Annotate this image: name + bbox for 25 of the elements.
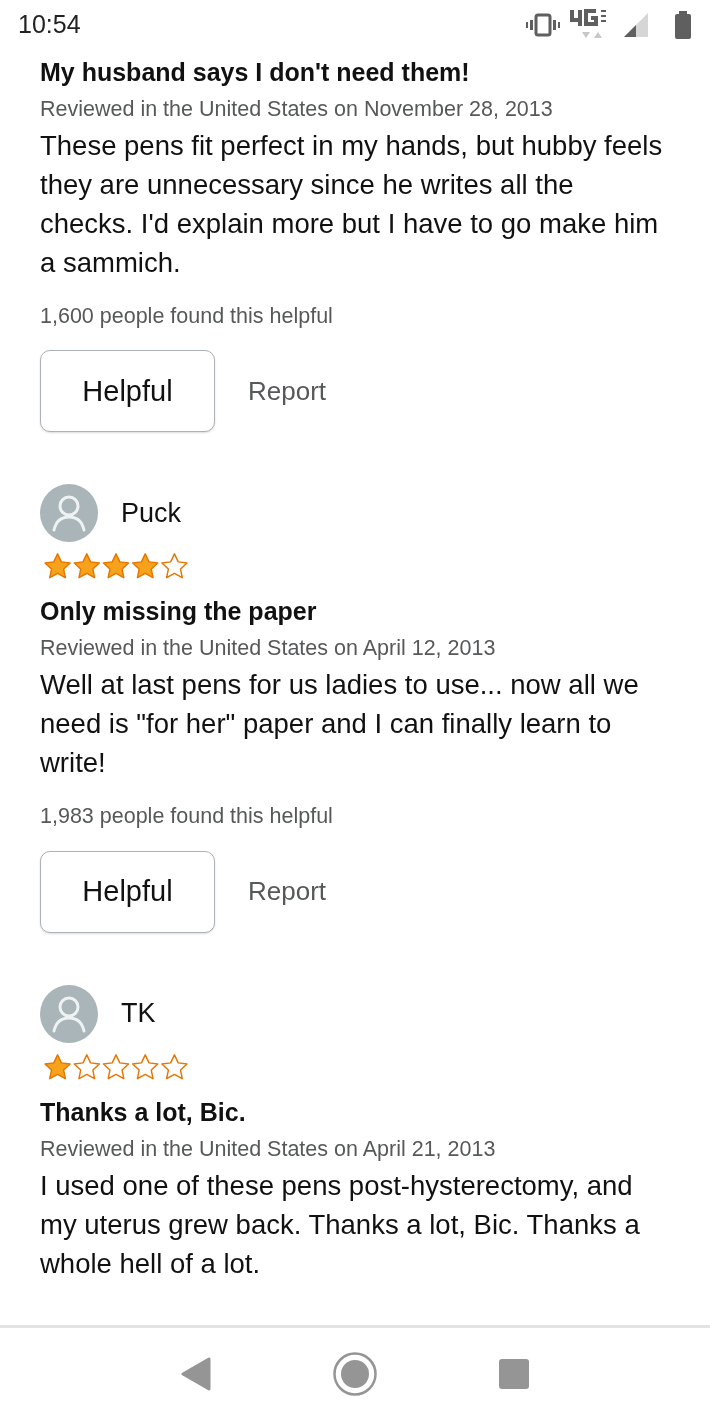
report-link[interactable]: Report <box>248 371 327 411</box>
helpful-button[interactable]: Helpful <box>40 850 215 933</box>
reviewer-name: TK <box>121 997 156 1031</box>
review-date: Reviewed in the United States on November 28, 2013 <box>40 96 554 123</box>
vibrate-icon <box>526 13 560 37</box>
review-title: My husband says I don't need them! <box>40 57 471 88</box>
review-text: I used one of these pens post-hysterectomy, and my uterus grew back. Thanks a lot, Bic. Thanks a whole hell of a lot. <box>40 1168 641 1281</box>
report-link[interactable]: Report <box>248 872 327 911</box>
review-date: Reviewed in the United States on April 12, 2013 <box>40 635 497 663</box>
status-time: 10:54 <box>18 9 81 41</box>
signal-icon <box>624 13 648 37</box>
helpful-button[interactable]: Helpful <box>40 350 215 433</box>
review-text: These pens fit perfect in my hands, but hubby feels they are unnecessary since he writes all the checks. I'd explain more but I have to go make him a sammich. <box>40 129 664 280</box>
home-icon[interactable] <box>333 1352 377 1396</box>
reviewer-name: Puck <box>121 497 182 530</box>
avatar-icon <box>40 984 98 1043</box>
battery-icon <box>674 11 692 39</box>
back-icon[interactable] <box>181 1357 211 1391</box>
review-date: Reviewed in the United States on April 21, 2013 <box>40 1135 497 1163</box>
helpful-count: 1,600 people found this helpful <box>40 303 334 330</box>
review-title: Only missing the paper <box>40 596 318 628</box>
review-title: Thanks a lot, Bic. <box>40 1096 247 1128</box>
helpful-count: 1,983 people found this helpful <box>40 803 334 831</box>
avatar-icon <box>40 484 98 543</box>
review-text: Well at last pens for us ladies to use... now all we need is "for her" paper and I can finally learn to write! <box>40 668 640 781</box>
